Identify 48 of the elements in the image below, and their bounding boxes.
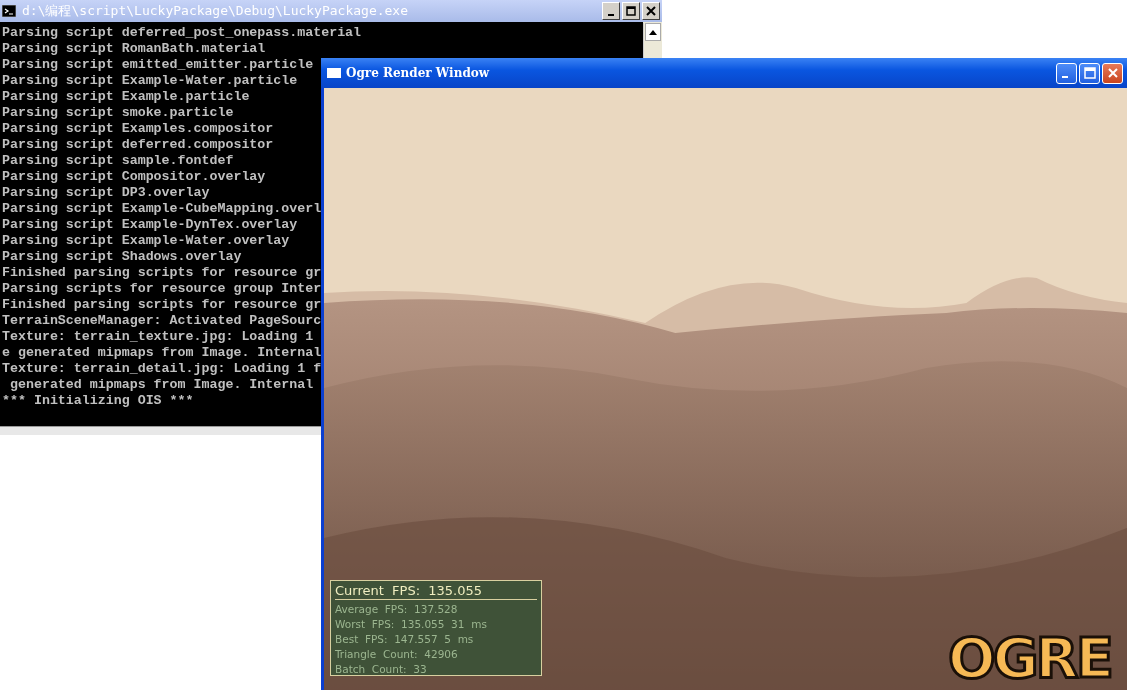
console-line: Parsing script Example.particle	[2, 89, 250, 105]
minimize-button[interactable]	[602, 2, 620, 20]
window-title: d:\编程\script\LuckyPackage\Debug\LuckyPackage.exe	[22, 2, 410, 20]
window-title: Ogre Render Window	[346, 66, 491, 80]
console-line: Parsing script sample.fontdef	[2, 153, 234, 169]
console-line: Parsing script Example-CubeMapping.overl	[2, 201, 322, 217]
close-icon	[646, 6, 656, 16]
window-icon	[327, 68, 341, 78]
stats-line: Batch Count: 33	[335, 662, 428, 677]
stats-line: Best FPS: 147.557 5 ms	[335, 632, 475, 647]
close-button[interactable]	[642, 2, 660, 20]
console-line: Parsing script DP3.overlay	[2, 185, 210, 201]
console-line: *** Initializing OIS ***	[2, 393, 194, 409]
console-line: Parsing script Shadows.overlay	[2, 249, 242, 265]
stats-line: Worst FPS: 135.055 31 ms	[335, 617, 488, 632]
console-line: Parsing script smoke.particle	[2, 105, 234, 121]
stats-line: Average FPS: 137.528	[335, 602, 459, 617]
horizontal-scrollbar[interactable]	[0, 426, 321, 435]
console-line: Parsing script deferred_post_onepass.material	[2, 25, 362, 41]
maximize-icon	[1083, 67, 1096, 79]
console-line: Parsing script RomanBath.material	[2, 41, 266, 57]
scrollbar[interactable]	[643, 23, 662, 58]
console-line: Parsing script Example-Water.particle	[2, 73, 298, 89]
console-line: Parsing script Example-Water.overlay	[2, 233, 290, 249]
close-icon	[1107, 68, 1118, 78]
stats-line: Triangle Count: 42906	[335, 647, 459, 662]
console-line: Texture: terrain_texture.jpg: Loading 1	[2, 329, 314, 345]
console-line: Parsing script Examples.compositor	[2, 121, 274, 137]
current-fps-label: Current FPS: 135.055	[335, 583, 537, 600]
maximize-icon	[626, 6, 636, 16]
console-line: Parsing scripts for resource group Inter	[2, 281, 322, 297]
up-arrow-icon	[649, 29, 657, 35]
console-line: Parsing script Example-DynTex.overlay	[2, 217, 298, 233]
minimize-icon	[608, 14, 614, 16]
console-line: Finished parsing scripts for resource gr	[2, 265, 322, 281]
maximize-button[interactable]	[622, 2, 640, 20]
console-line: e generated mipmaps from Image. Internal	[2, 345, 322, 361]
console-line: generated mipmaps from Image. Internal	[8, 377, 314, 393]
console-icon	[2, 5, 16, 17]
console-line: TerrainSceneManager: Activated PageSourc	[2, 313, 322, 329]
logo: OGRE	[948, 630, 1111, 686]
console-line: Texture: terrain_detail.jpg: Loading 1 f	[2, 361, 322, 377]
scroll-up-button[interactable]	[645, 23, 661, 41]
console-line: Parsing script deferred.compositor	[2, 137, 274, 153]
console-line: Finished parsing scripts for resource gr	[2, 297, 322, 313]
minimize-icon	[1061, 76, 1068, 78]
console-line: Parsing script Compositor.overlay	[2, 169, 266, 185]
console-line: Parsing script emitted_emitter.particle	[2, 57, 314, 73]
